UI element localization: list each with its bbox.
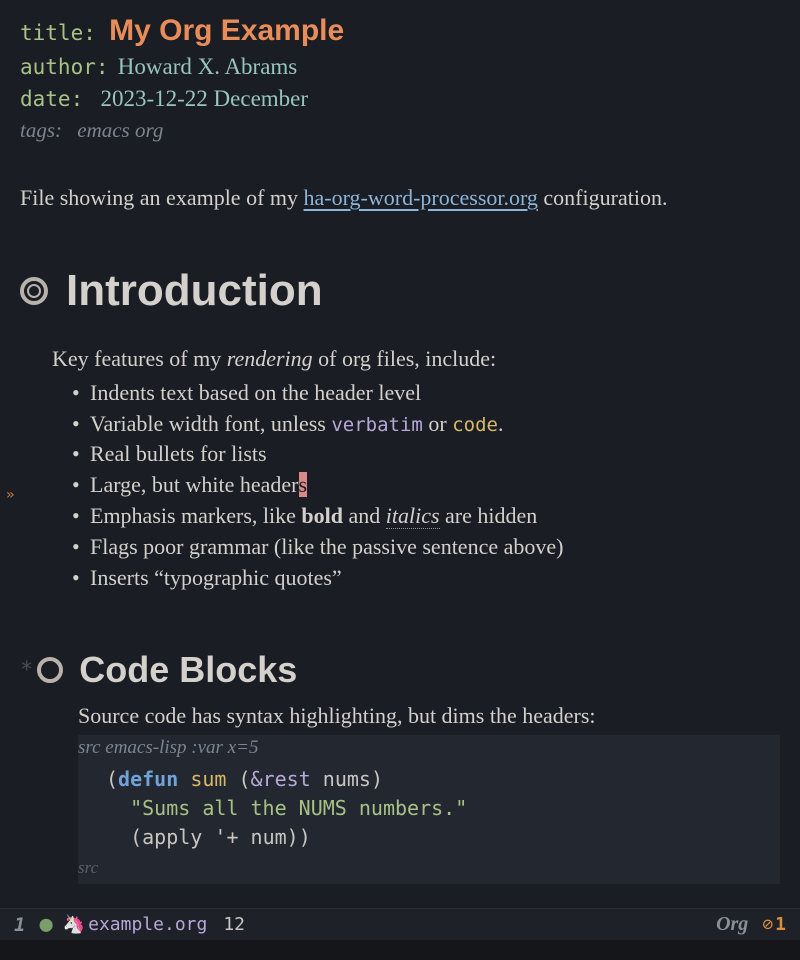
mode-icon: 🦄 bbox=[63, 914, 85, 935]
echo-area bbox=[0, 940, 800, 960]
line-number: 12 bbox=[223, 914, 245, 935]
meta-title-line: title: My Org Example bbox=[20, 14, 780, 48]
code-blocks-para: Source code has syntax highlighting, but… bbox=[78, 703, 780, 729]
modified-indicator-icon: ● bbox=[39, 912, 52, 937]
list-item: Real bullets for lists bbox=[72, 439, 780, 470]
cursor-position: s bbox=[299, 472, 308, 497]
intro-paragraph: File showing an example of my ha-org-wor… bbox=[20, 183, 780, 214]
author-value: Howard X. Abrams bbox=[118, 54, 298, 79]
date-key: date bbox=[20, 87, 71, 111]
buffer-name[interactable]: example.org bbox=[88, 914, 207, 935]
src-begin-line: src emacs-lisp :var x=5 bbox=[78, 735, 780, 761]
author-key: author bbox=[20, 55, 96, 79]
fringe-indicator-icon: » bbox=[6, 487, 14, 503]
list-item: Variable width font, unless verbatim or … bbox=[72, 409, 780, 440]
title-key: title bbox=[20, 21, 83, 45]
feature-list: Indents text based on the header level V… bbox=[72, 378, 780, 594]
code-content[interactable]: (defun sum (&rest nums) "Sums all the NU… bbox=[78, 761, 780, 856]
tags-value: emacs org bbox=[77, 118, 163, 142]
date-value: 2023-12-22 December bbox=[100, 86, 308, 111]
editor-buffer[interactable]: title: My Org Example author: Howard X. … bbox=[0, 0, 800, 884]
meta-date-line: date: 2023-12-22 December bbox=[20, 86, 780, 112]
heading-bullet-icon bbox=[20, 277, 48, 305]
heading-bullet-icon bbox=[37, 657, 63, 683]
list-item: Large, but white headers bbox=[72, 470, 780, 501]
major-mode[interactable]: Org bbox=[716, 913, 748, 936]
tags-key: tags: bbox=[20, 118, 62, 142]
meta-tags-line: tags: emacs org bbox=[20, 118, 780, 143]
modeline[interactable]: 1 ● 🦄 example.org 12 Org ⊘ 1 bbox=[0, 908, 800, 940]
code-text: code bbox=[452, 414, 498, 436]
title-value: My Org Example bbox=[109, 14, 344, 47]
section-code-blocks-body: Source code has syntax highlighting, but… bbox=[78, 703, 780, 884]
config-link[interactable]: ha-org-word-processor.org bbox=[304, 185, 538, 210]
list-item: Emphasis markers, like bold and italics … bbox=[72, 501, 780, 532]
list-item: Inserts “typographic quotes” bbox=[72, 563, 780, 594]
intro-body-para: Key features of my rendering of org file… bbox=[52, 346, 780, 372]
meta-author-line: author: Howard X. Abrams bbox=[20, 54, 780, 80]
heading-code-blocks[interactable]: * Code Blocks bbox=[20, 649, 780, 691]
section-introduction-body: Key features of my rendering of org file… bbox=[52, 346, 780, 594]
error-count[interactable]: 1 bbox=[775, 914, 786, 935]
org-star-marker: * bbox=[20, 658, 33, 683]
list-item: Indents text based on the header level bbox=[72, 378, 780, 409]
source-block[interactable]: src emacs-lisp :var x=5 (defun sum (&res… bbox=[78, 735, 780, 884]
warning-icon[interactable]: ⊘ bbox=[762, 914, 773, 935]
heading-introduction[interactable]: Introduction bbox=[20, 266, 780, 316]
window-number: 1 bbox=[14, 914, 25, 936]
verbatim-text: verbatim bbox=[331, 414, 423, 436]
list-item: Flags poor grammar (like the passive sen… bbox=[72, 532, 780, 563]
src-end-line: src bbox=[78, 856, 780, 884]
